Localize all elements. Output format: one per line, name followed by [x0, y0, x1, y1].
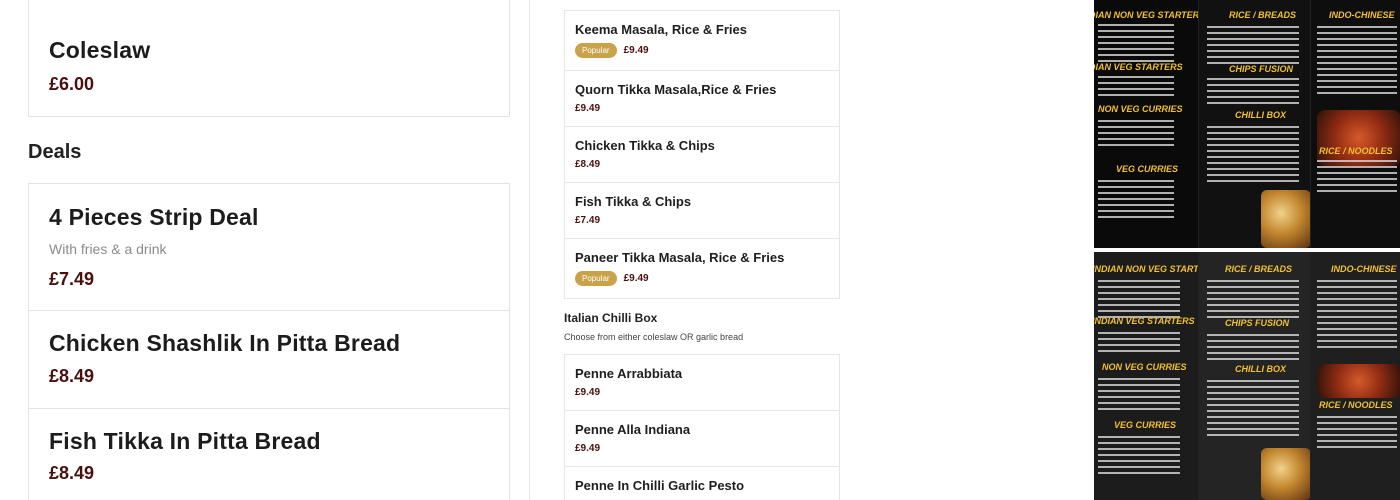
menu-lines	[1207, 334, 1299, 364]
item-name: Penne Arrabbiata	[575, 366, 683, 381]
menu-heading: INDO-CHINESE	[1331, 264, 1397, 274]
menu-heading: CHIPS FUSION	[1229, 64, 1294, 74]
menu-item-card[interactable]: Chicken Tikka & Chips £8.49	[564, 126, 840, 183]
food-photo	[1317, 364, 1400, 398]
menu-heading: CHIPS FUSION	[1225, 318, 1290, 328]
item-description: With fries & a drink	[49, 241, 167, 257]
item-price: £9.49	[575, 387, 601, 398]
menu-item-card[interactable]: Paneer Tikka Masala, Rice & Fries Popula…	[564, 238, 840, 299]
menu-lines	[1317, 26, 1397, 98]
menu-panel: INDO-CHINESE RICE / NOODLES	[1310, 0, 1400, 248]
menu-heading: INDIAN VEG STARTERS	[1094, 316, 1195, 326]
item-price: £9.49	[575, 103, 601, 114]
item-name: Penne In Chilli Garlic Pesto	[575, 478, 745, 493]
menu-lines	[1207, 126, 1299, 186]
item-name: Chicken Shashlik In Pitta Bread	[49, 330, 401, 356]
menu-item-card[interactable]: Fish Tikka In Pitta Bread £8.49	[28, 408, 510, 500]
menu-lines	[1317, 160, 1397, 196]
item-price: £9.49	[623, 45, 649, 56]
food-photo	[1261, 448, 1311, 500]
item-price: £9.49	[575, 443, 601, 454]
menu-heading: CHILLI BOX	[1235, 364, 1286, 374]
item-name: Chicken Tikka & Chips	[575, 138, 715, 153]
menu-lines	[1207, 78, 1299, 108]
menu-panel: RICE / BREADS CHIPS FUSION CHILLI BOX	[1198, 0, 1311, 248]
item-price: £8.49	[49, 366, 95, 386]
menu-heading: NON VEG CURRIES	[1098, 104, 1183, 114]
menu-lines	[1098, 120, 1174, 150]
menu-heading: VEG CURRIES	[1114, 420, 1177, 430]
item-price: £7.49	[49, 269, 95, 289]
page: Coleslaw £6.00 Deals 4 Pieces Strip Deal…	[0, 0, 1400, 500]
item-name: 4 Pieces Strip Deal	[49, 204, 259, 230]
item-price: £9.49	[623, 273, 649, 284]
menu-lines	[1317, 416, 1397, 452]
menu-lines	[1098, 378, 1180, 414]
menu-lines	[1098, 24, 1174, 66]
menu-heading: RICE / NOODLES	[1319, 400, 1393, 410]
menu-heading: INDIAN VEG STARTERS	[1094, 62, 1183, 72]
item-price: £8.49	[575, 159, 601, 170]
category-title: Italian Chilli Box	[564, 311, 658, 325]
menu-heading: NON VEG CURRIES	[1102, 362, 1187, 372]
item-name: Fish Tikka & Chips	[575, 194, 692, 209]
popular-badge: Popular	[575, 43, 617, 58]
food-photo	[1317, 110, 1400, 166]
menu-heading: RICE / NOODLES	[1319, 146, 1393, 156]
menu-panel: INDO-CHINESE RICE / NOODLES	[1310, 252, 1400, 500]
item-name: Penne Alla Indiana	[575, 422, 691, 437]
menu-panel: RICE / BREADS CHIPS FUSION CHILLI BOX	[1198, 252, 1311, 500]
menu-photo[interactable]: INDIAN NON VEG STARTERS INDIAN VEG START…	[1094, 252, 1400, 500]
item-name: Quorn Tikka Masala,Rice & Fries	[575, 82, 777, 97]
item-name: Fish Tikka In Pitta Bread	[49, 428, 321, 454]
menu-panel: INDIAN NON VEG STARTERS INDIAN VEG START…	[1094, 0, 1205, 248]
left-menu-column: Coleslaw £6.00 Deals 4 Pieces Strip Deal…	[0, 0, 530, 500]
item-price: £8.49	[49, 463, 95, 483]
column-divider	[529, 0, 530, 500]
menu-heading: INDIAN NON VEG STARTERS	[1094, 10, 1206, 20]
menu-item-card[interactable]: Penne Arrabbiata £9.49	[564, 354, 840, 411]
item-name: Coleslaw	[49, 37, 151, 63]
section-title-deals: Deals	[28, 141, 82, 163]
menu-item-card[interactable]: Penne Alla Indiana £9.49	[564, 410, 840, 467]
menu-item-card[interactable]: Chicken Shashlik In Pitta Bread £8.49	[28, 310, 510, 409]
menu-heading: RICE / BREADS	[1225, 264, 1293, 274]
item-name: Paneer Tikka Masala, Rice & Fries	[575, 250, 785, 265]
menu-heading: VEG CURRIES	[1116, 164, 1179, 174]
menu-lines	[1098, 76, 1174, 100]
menu-item-card[interactable]: Coleslaw £6.00	[28, 0, 510, 117]
menu-lines	[1098, 332, 1180, 356]
food-photo	[1261, 190, 1311, 248]
menu-photo[interactable]: INDIAN NON VEG STARTERS INDIAN VEG START…	[1094, 0, 1400, 248]
popular-badge: Popular	[575, 271, 617, 286]
menu-lines	[1207, 280, 1299, 322]
menu-heading: CHILLI BOX	[1235, 110, 1286, 120]
category-subtitle: Choose from either coleslaw OR garlic br…	[564, 332, 744, 342]
menu-item-card[interactable]: Fish Tikka & Chips £7.49	[564, 182, 840, 239]
item-name: Keema Masala, Rice & Fries	[575, 22, 747, 37]
menu-lines	[1098, 180, 1174, 222]
menu-item-card[interactable]: Penne In Chilli Garlic Pesto	[564, 466, 840, 500]
menu-heading: RICE / BREADS	[1229, 10, 1297, 20]
menu-item-card[interactable]: 4 Pieces Strip Deal With fries & a drink…	[28, 183, 510, 311]
menu-lines	[1317, 280, 1397, 352]
item-price: £7.49	[575, 215, 601, 226]
menu-item-card[interactable]: Keema Masala, Rice & Fries Popular £9.49	[564, 10, 840, 71]
menu-lines	[1207, 380, 1299, 440]
menu-heading: INDO-CHINESE	[1329, 10, 1395, 20]
item-price: £6.00	[49, 74, 95, 94]
menu-item-card[interactable]: Quorn Tikka Masala,Rice & Fries £9.49	[564, 70, 840, 127]
menu-panel: INDIAN NON VEG STARTERS INDIAN VEG START…	[1094, 252, 1217, 500]
menu-lines	[1098, 436, 1180, 478]
menu-lines	[1207, 26, 1299, 68]
